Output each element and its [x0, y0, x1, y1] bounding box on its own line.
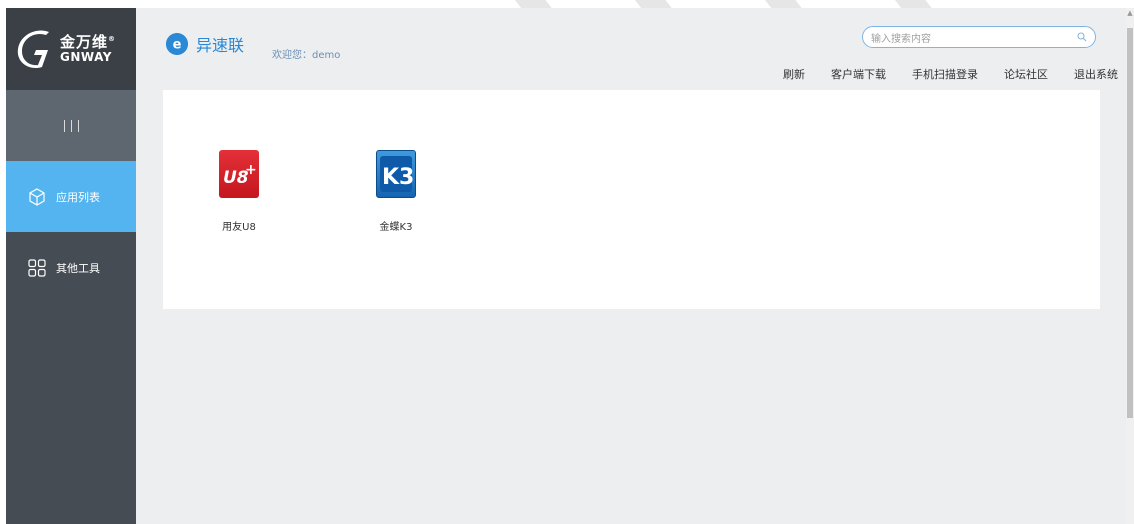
welcome-text: 欢迎您：demo: [272, 50, 341, 61]
svg-text:e: e: [173, 38, 182, 53]
search-box: [862, 26, 1096, 50]
sidebar: 金万维® GNWAY 应用列表 其他工具: [6, 8, 136, 524]
app-label: 用友U8: [222, 222, 256, 233]
sidebar-item-label: 其他工具: [56, 261, 100, 275]
brand: e 异速联: [166, 32, 244, 56]
registered-mark: ®: [108, 34, 117, 43]
vertical-scrollbar[interactable]: ▲: [1126, 8, 1134, 524]
brand-e-icon: e: [166, 33, 188, 55]
logout-link[interactable]: 退出系统: [1074, 66, 1118, 82]
search-input[interactable]: [871, 29, 1061, 50]
k3-app-icon: K3: [376, 150, 416, 198]
top-frame: [6, 0, 1128, 42]
u8-app-icon: U8 +: [219, 150, 259, 198]
logo-en-text: GNWAY: [60, 49, 112, 64]
u8-plus: +: [245, 162, 257, 178]
bar-icon: [63, 119, 65, 132]
sidebar-item-other-tools[interactable]: 其他工具: [6, 232, 136, 303]
header: e 异速联 欢迎您：demo 刷新 客户端下载 手机扫描登录 论坛社区 退出系统: [136, 8, 1128, 90]
app-tile-u8[interactable]: U8 + 用友U8: [199, 150, 279, 233]
brand-name: 异速联: [196, 36, 245, 55]
app-tile-k3[interactable]: K3 金蝶K3: [356, 150, 436, 233]
scroll-thumb[interactable]: [1127, 28, 1133, 418]
cube-icon: [29, 187, 45, 206]
logo-cn-text: 金万维: [60, 32, 109, 51]
refresh-link[interactable]: 刷新: [783, 66, 805, 82]
app-window: 金万维® GNWAY 应用列表 其他工具 e 异速联 欢迎您：demo 输入搜索…: [6, 8, 1128, 524]
forum-link[interactable]: 论坛社区: [1004, 66, 1048, 82]
top-links: 刷新 客户端下载 手机扫描登录 论坛社区 退出系统: [757, 66, 1118, 82]
menu-toggle-button[interactable]: [6, 90, 136, 161]
scroll-up-arrow-icon[interactable]: ▲: [1126, 8, 1134, 18]
gnway-logo-icon: [17, 30, 49, 69]
logo-text: 金万维® GNWAY: [60, 32, 117, 64]
grid-icon: [28, 258, 46, 277]
bar-icon: [77, 119, 79, 132]
u8-logo-graphic: U8 +: [223, 162, 257, 188]
sidebar-item-label: 应用列表: [56, 190, 100, 204]
app-list-panel: U8 + 用友U8 K3 金蝶K3: [163, 90, 1100, 309]
logo: 金万维® GNWAY: [6, 8, 136, 90]
search-icon[interactable]: [1077, 32, 1087, 42]
sidebar-item-app-list[interactable]: 应用列表: [6, 161, 136, 232]
app-label: 金蝶K3: [379, 222, 413, 233]
k3-badge: K3: [382, 165, 414, 190]
bar-icon: [70, 119, 72, 132]
client-download-link[interactable]: 客户端下载: [831, 66, 886, 82]
k3-logo-graphic: K3: [380, 156, 414, 192]
mobile-scan-login-link[interactable]: 手机扫描登录: [912, 66, 978, 82]
